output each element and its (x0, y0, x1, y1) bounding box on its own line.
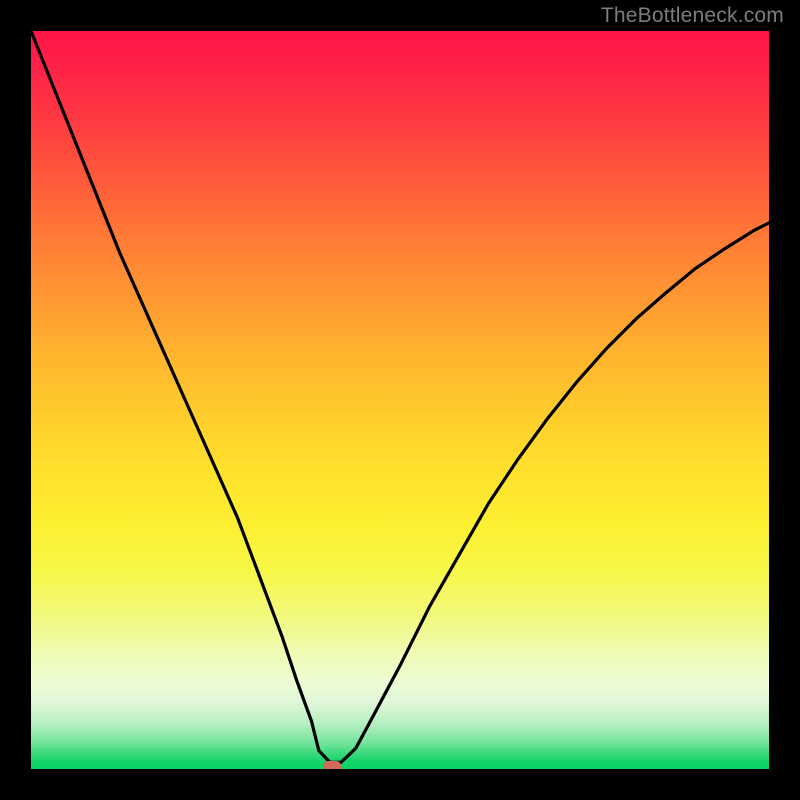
plot-area (31, 31, 769, 769)
chart-frame: TheBottleneck.com (0, 0, 800, 800)
optimal-marker (323, 761, 341, 769)
watermark-text: TheBottleneck.com (601, 4, 784, 28)
bottleneck-curve (31, 31, 769, 769)
